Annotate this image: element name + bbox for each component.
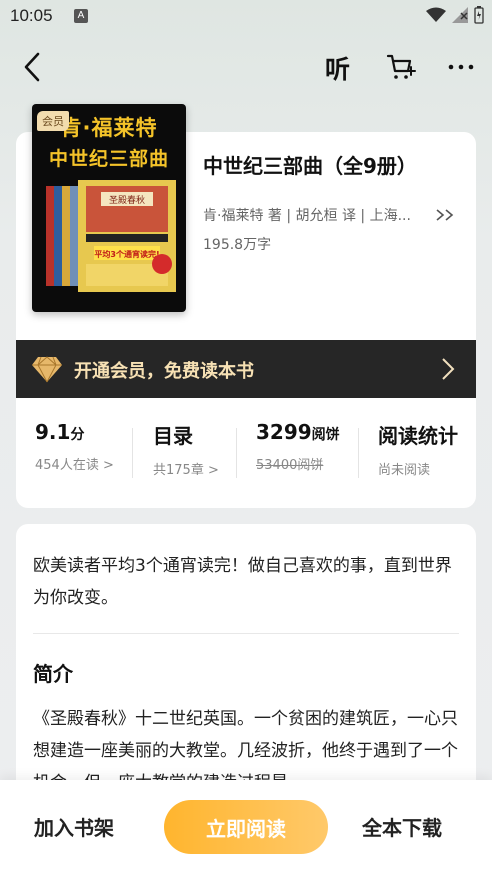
svg-text:圣殿春秋: 圣殿春秋 xyxy=(109,194,145,206)
more-button[interactable] xyxy=(446,52,476,82)
status-icons xyxy=(426,6,484,24)
stat-toc[interactable]: 目录 共175章 > xyxy=(153,420,219,484)
book-tagline: 欧美读者平均3个通宵读完！做自己喜欢的事，直到世界为你改变。 xyxy=(33,556,452,608)
diamond-icon xyxy=(32,356,62,383)
book-cover[interactable]: 肯·福莱特 中世纪三部曲 圣殿春秋 平均3个通宵读完! xyxy=(32,104,186,312)
reading-status: 尚未阅读 xyxy=(378,463,431,478)
book-title: 中世纪三部曲（全9册） xyxy=(203,154,417,178)
wifi-icon xyxy=(426,7,446,22)
book-word-count: 195.8万字 xyxy=(203,237,272,253)
original-price: 53400阅饼 xyxy=(256,458,324,473)
battery-icon xyxy=(474,6,484,24)
chevron-right-icon xyxy=(442,358,455,380)
status-bar: 10:05 A xyxy=(0,0,492,34)
more-dots-icon xyxy=(448,64,474,70)
add-to-shelf-button[interactable]: 加入书架 xyxy=(34,812,114,841)
svg-text:平均3个通宵读完!: 平均3个通宵读完! xyxy=(94,249,159,259)
stat-rating[interactable]: 9.1分 454人在读 > xyxy=(35,420,114,484)
cart-button[interactable] xyxy=(386,52,416,82)
stat-price[interactable]: 3299阅饼 53400阅饼 xyxy=(256,420,340,484)
book-author-line[interactable]: 肯·福莱特 著 | 胡允桓 译 | 上海... xyxy=(203,205,433,225)
author-chevron-icon[interactable] xyxy=(434,207,456,223)
stats-row: 9.1分 454人在读 > 目录 共175章 > 3299阅饼 53400阅饼 … xyxy=(16,420,476,490)
divider xyxy=(33,633,459,634)
signal-icon xyxy=(452,7,468,23)
cart-add-icon xyxy=(386,54,416,79)
readers-count: 454人在读 > xyxy=(35,458,114,473)
reading-stats-label: 阅读统计 xyxy=(378,424,458,448)
chapter-count: 共175章 > xyxy=(153,463,219,478)
rating-unit: 分 xyxy=(70,427,85,443)
stat-divider xyxy=(236,428,237,478)
stat-divider xyxy=(358,428,359,478)
toc-label: 目录 xyxy=(153,424,193,448)
rating-value: 9.1 xyxy=(35,420,71,444)
vip-badge: 会员 xyxy=(37,111,69,131)
notification-icon: A xyxy=(74,9,88,23)
listen-button[interactable]: 听 xyxy=(325,50,350,86)
price-value: 3299 xyxy=(256,420,312,444)
back-button[interactable] xyxy=(20,50,50,84)
chevron-left-icon xyxy=(24,52,40,82)
vip-banner-text: 开通会员，免费读本书 xyxy=(74,361,254,382)
stat-divider xyxy=(132,428,133,478)
cover-title-line2: 中世纪三部曲 xyxy=(48,148,169,170)
stat-reading-stats[interactable]: 阅读统计 尚未阅读 xyxy=(378,420,458,484)
cover-boxset-image: 圣殿春秋 平均3个通宵读完! xyxy=(46,180,176,292)
intro-heading: 简介 xyxy=(33,662,73,686)
price-unit: 阅饼 xyxy=(311,427,340,443)
status-time: 10:05 xyxy=(10,6,53,25)
download-all-button[interactable]: 全本下载 xyxy=(362,812,442,841)
read-now-button[interactable]: 立即阅读 xyxy=(164,800,328,854)
